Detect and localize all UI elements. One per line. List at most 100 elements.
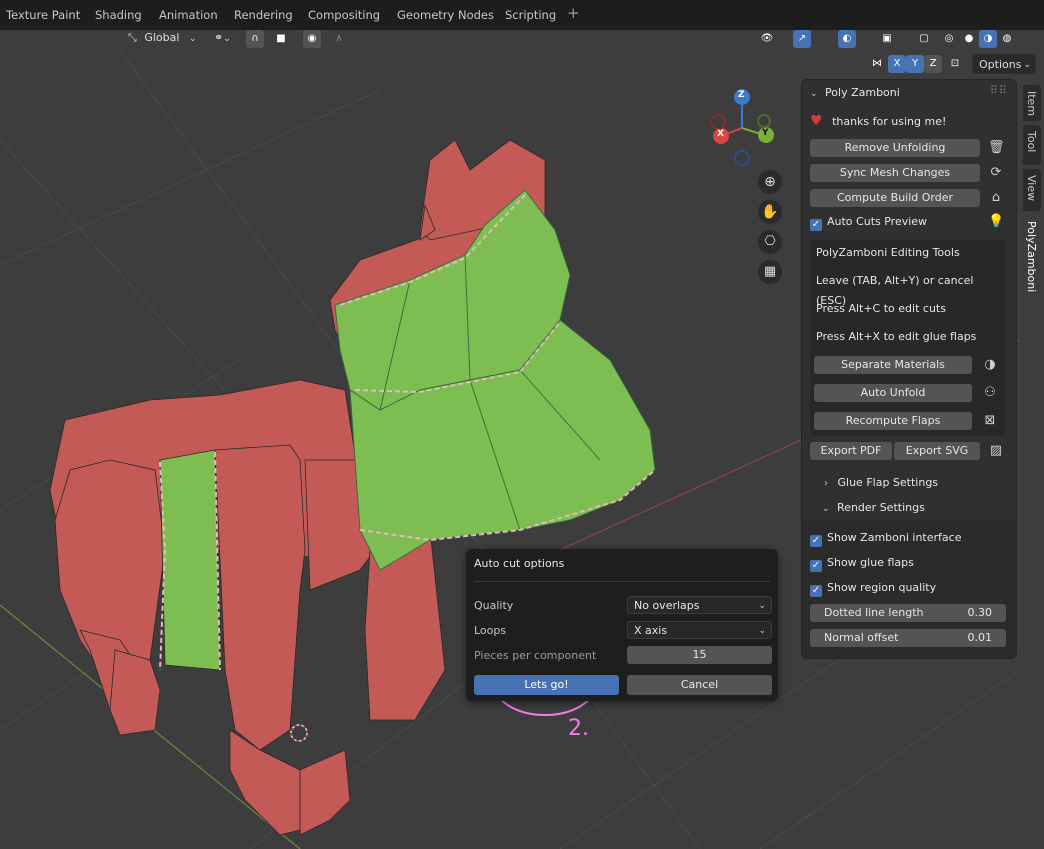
gizmo-toggle[interactable]: ↗ xyxy=(793,30,811,48)
solid-icon: ● xyxy=(964,33,974,44)
pieces-per-component-field[interactable]: 15 xyxy=(627,646,772,664)
tab-texture-paint[interactable]: Texture Paint xyxy=(0,5,86,25)
snap-target-dropdown[interactable]: ■ xyxy=(268,30,294,48)
pivot-point-dropdown[interactable]: ⚭⌄ xyxy=(214,30,244,48)
falloff-icon: ∧ xyxy=(335,33,343,44)
compute-build-order-button[interactable]: Compute Build Order xyxy=(810,189,980,207)
tab-shading[interactable]: Shading xyxy=(89,5,148,25)
sync-mesh-changes-button[interactable]: Sync Mesh Changes xyxy=(810,164,980,182)
thanks-message: ♥ thanks for using me! xyxy=(810,113,947,129)
auto-cut-options-dialog: Auto cut options Quality No overlaps ⌄ L… xyxy=(466,549,778,701)
chevron-down-icon: ⌄ xyxy=(810,89,818,99)
show-zamboni-interface-checkbox[interactable]: ✓ Show Zamboni interface xyxy=(810,529,961,547)
grid-perspective-icon[interactable]: ▦ xyxy=(758,260,782,284)
editing-tools-title: PolyZamboni Editing Tools xyxy=(816,246,960,259)
falloff-dropdown[interactable]: ∧ xyxy=(326,30,352,48)
drag-handle-icon[interactable]: ⠿⠿ xyxy=(990,84,1008,97)
navigation-gizmo[interactable]: Z Y X xyxy=(704,88,784,168)
editing-tools-box: PolyZamboni Editing Tools Leave (TAB, Al… xyxy=(810,240,1006,436)
checkmark-icon: ✓ xyxy=(810,560,822,572)
edit-glue-hint: Press Alt+X to edit glue flaps xyxy=(816,330,977,343)
normal-offset-field[interactable]: Normal offset 0.01 xyxy=(810,629,1006,647)
chevron-down-icon: ⌄ xyxy=(758,601,766,611)
render-settings-header[interactable]: ⌄ Render Settings xyxy=(822,501,925,514)
polyzamboni-panel: ⌄ Poly Zamboni ⠿⠿ ♥ thanks for using me!… xyxy=(802,80,1016,658)
lets-go-button[interactable]: Lets go! xyxy=(474,675,619,695)
add-workspace-button[interactable]: + xyxy=(561,3,586,23)
mesh-select-icon: ▣ xyxy=(882,33,892,44)
tab-rendering[interactable]: Rendering xyxy=(228,5,299,25)
cancel-button[interactable]: Cancel xyxy=(627,675,772,695)
mirror-y-toggle[interactable]: Y xyxy=(906,55,924,73)
proportional-icon: ◉ xyxy=(307,33,317,44)
xray-icon: ▢ xyxy=(919,33,929,44)
pan-hand-icon[interactable]: ✋ xyxy=(758,200,782,224)
material-icon: ◑ xyxy=(983,33,993,44)
tab-animation[interactable]: Animation xyxy=(153,5,224,25)
view-object-types[interactable]: 👁 xyxy=(758,30,776,48)
auto-cuts-preview-checkbox[interactable]: ✓ Auto Cuts Preview xyxy=(810,213,927,231)
merge-icon: ⊡ xyxy=(950,58,960,69)
lightbulb-icon: 💡 xyxy=(988,214,1005,229)
tab-geometry-nodes[interactable]: Geometry Nodes xyxy=(391,5,500,25)
proportional-edit-toggle[interactable]: ◉ xyxy=(303,30,321,48)
show-glue-flaps-checkbox[interactable]: ✓ Show glue flaps xyxy=(810,554,914,572)
overlays-icon: ◐ xyxy=(842,33,852,44)
camera-icon[interactable]: ⎔ xyxy=(758,230,782,254)
mesh-edit-overlays[interactable]: ▣ xyxy=(878,30,896,48)
shading-solid[interactable]: ● xyxy=(960,30,978,48)
side-tab-item[interactable]: Item xyxy=(1023,85,1041,121)
export-svg-button[interactable]: Export SVG xyxy=(894,442,980,460)
gizmo-x-label: X xyxy=(717,129,724,139)
shading-material[interactable]: ◑ xyxy=(979,30,997,48)
glue-flap-settings-header[interactable]: › Glue Flap Settings xyxy=(824,476,938,489)
gizmo-z-label: Z xyxy=(738,90,745,100)
options-dropdown[interactable]: Options ⌄ xyxy=(972,54,1036,74)
loops-dropdown[interactable]: X axis ⌄ xyxy=(627,621,772,639)
auto-unfold-button[interactable]: Auto Unfold xyxy=(814,384,972,402)
shading-wireframe[interactable]: ◎ xyxy=(940,30,958,48)
chevron-down-icon: ⌄ xyxy=(822,504,830,514)
quality-label: Quality xyxy=(474,599,514,612)
xray-toggle[interactable]: ▢ xyxy=(915,30,933,48)
tab-scripting[interactable]: Scripting xyxy=(499,5,562,25)
side-tab-polyzamboni[interactable]: PolyZamboni xyxy=(1023,215,1041,300)
rendered-icon: ◍ xyxy=(1002,33,1012,44)
leave-hint: Leave (TAB, Alt+Y) or cancel (ESC) xyxy=(816,274,974,307)
separate-materials-button[interactable]: Separate Materials xyxy=(814,356,972,374)
zoom-icon[interactable]: ⊕ xyxy=(758,170,782,194)
square-icon: ■ xyxy=(276,33,286,44)
snap-toggle[interactable]: ∩ xyxy=(246,30,264,48)
chevron-down-icon: ⌄ xyxy=(188,34,197,44)
pieces-per-component-label: Pieces per component xyxy=(474,649,597,662)
gizmo-y-label: Y xyxy=(762,128,769,138)
trash-icon: 🗑 xyxy=(988,140,1005,155)
recompute-flaps-button[interactable]: Recompute Flaps xyxy=(814,412,972,430)
overlays-toggle[interactable]: ◐ xyxy=(838,30,856,48)
mirror-x-toggle[interactable]: X xyxy=(888,55,906,73)
gizmo-icon: ↗ xyxy=(797,33,807,44)
dialog-divider xyxy=(474,581,770,582)
python-icon: ⚇ xyxy=(984,385,996,400)
auto-merge-toggle[interactable]: ⊡ xyxy=(946,55,964,73)
panel-header[interactable]: ⌄ Poly Zamboni xyxy=(810,86,900,99)
shading-rendered[interactable]: ◍ xyxy=(998,30,1016,48)
workspace-tab-bar: Texture Paint Shading Animation Renderin… xyxy=(0,0,1044,30)
chevron-down-icon: ⌄ xyxy=(223,34,231,44)
wireframe-icon: ◎ xyxy=(944,33,954,44)
quality-dropdown[interactable]: No overlaps ⌄ xyxy=(627,596,772,614)
side-tab-view[interactable]: View xyxy=(1023,169,1041,211)
export-pdf-button[interactable]: Export PDF xyxy=(810,442,892,460)
transform-orientation-dropdown[interactable]: ⤡ Global ⌄ xyxy=(128,30,204,48)
mirror-options[interactable]: ⋈ xyxy=(868,55,886,73)
show-region-quality-checkbox[interactable]: ✓ Show region quality xyxy=(810,579,936,597)
tab-compositing[interactable]: Compositing xyxy=(302,5,386,25)
side-tab-tool[interactable]: Tool xyxy=(1023,125,1041,165)
mirror-z-toggle[interactable]: Z xyxy=(924,55,942,73)
flaps-icon: ⊠ xyxy=(984,413,996,428)
dotted-line-length-field[interactable]: Dotted line length 0.30 xyxy=(810,604,1006,622)
mirror-icon: ⋈ xyxy=(872,58,882,69)
refresh-icon: ⟳ xyxy=(990,165,1002,180)
remove-unfolding-button[interactable]: Remove Unfolding xyxy=(810,139,980,157)
image-icon: ▨ xyxy=(989,443,1003,458)
